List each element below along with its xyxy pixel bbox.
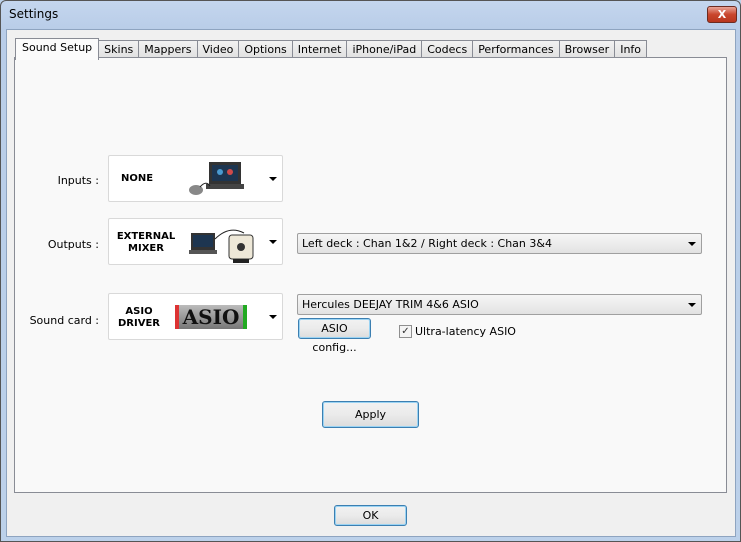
settings-window: Settings X Sound Setup Skins Mappers Vid… bbox=[0, 0, 741, 542]
output-routing-value: Left deck : Chan 1&2 / Right deck : Chan… bbox=[302, 237, 552, 250]
asio-logo: ASIO bbox=[175, 305, 247, 329]
close-button[interactable]: X bbox=[707, 6, 737, 23]
outputs-value: EXTERNAL MIXER bbox=[115, 231, 177, 255]
chevron-down-icon bbox=[269, 315, 277, 319]
inputs-label: Inputs : bbox=[57, 174, 99, 187]
inputs-value: NONE bbox=[121, 173, 154, 184]
output-routing-dropdown[interactable]: Left deck : Chan 1&2 / Right deck : Chan… bbox=[297, 233, 702, 254]
sound-card-value-line1: ASIO bbox=[125, 306, 153, 317]
outputs-selector[interactable]: EXTERNAL MIXER bbox=[108, 218, 283, 265]
asio-config-button[interactable]: ASIO config... bbox=[298, 318, 371, 354]
chevron-down-icon bbox=[269, 240, 277, 244]
tab-bar: Sound Setup Skins Mappers Video Options … bbox=[15, 38, 648, 60]
sound-card-label: Sound card : bbox=[29, 314, 99, 327]
sound-device-dropdown[interactable]: Hercules DEEJAY TRIM 4&6 ASIO bbox=[297, 294, 702, 315]
apply-button[interactable]: Apply bbox=[322, 401, 419, 428]
sound-card-selector[interactable]: ASIO DRIVER ASIO bbox=[108, 293, 283, 340]
ultra-latency-checkbox[interactable]: ✓ bbox=[399, 325, 412, 338]
outputs-label: Outputs : bbox=[47, 238, 99, 251]
inputs-selector[interactable]: NONE bbox=[108, 155, 283, 202]
chevron-down-icon bbox=[688, 303, 696, 307]
window-client: Sound Setup Skins Mappers Video Options … bbox=[6, 29, 736, 537]
outputs-value-line1: EXTERNAL bbox=[116, 231, 176, 242]
laptop-mouse-icon bbox=[189, 162, 244, 195]
sound-card-value: ASIO DRIVER bbox=[117, 306, 161, 330]
sound-card-value-line2: DRIVER bbox=[118, 318, 160, 329]
ultra-latency-label[interactable]: Ultra-latency ASIO bbox=[415, 325, 516, 338]
tab-sound-setup[interactable]: Sound Setup bbox=[15, 38, 100, 60]
outputs-value-line2: MIXER bbox=[128, 243, 164, 254]
ok-button[interactable]: OK bbox=[334, 505, 407, 526]
laptop-mixer-icon bbox=[189, 229, 254, 263]
sound-setup-panel: Inputs : NONE Outputs : EXTERNAL MIXER L… bbox=[14, 57, 727, 493]
window-title: Settings bbox=[9, 7, 59, 21]
chevron-down-icon bbox=[688, 242, 696, 246]
chevron-down-icon bbox=[269, 177, 277, 181]
sound-device-value: Hercules DEEJAY TRIM 4&6 ASIO bbox=[302, 298, 479, 311]
